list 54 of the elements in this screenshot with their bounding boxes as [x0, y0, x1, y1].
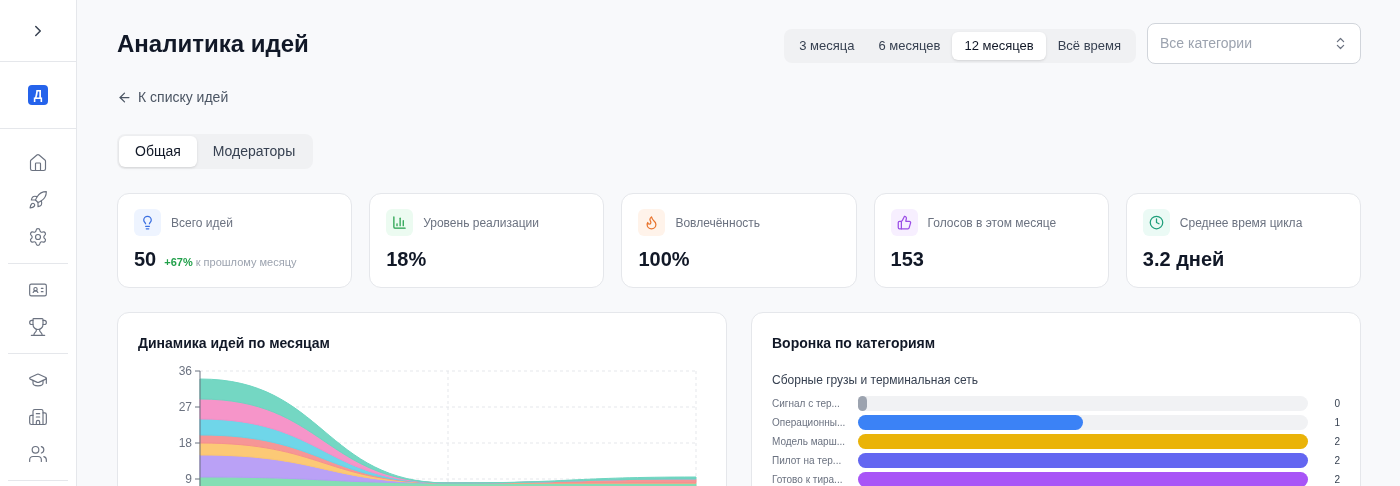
clock-icon	[1148, 215, 1164, 230]
stage-label: Пилот на тер...	[772, 454, 843, 468]
nav-item[interactable]	[28, 444, 48, 464]
stat-label: Среднее время цикла	[1179, 214, 1303, 232]
stage-label: Операционны...	[772, 416, 847, 430]
stat-value: 153	[890, 247, 924, 272]
y-tick-label: 27	[178, 400, 192, 414]
period-tab[interactable]: 3 месяца	[787, 31, 867, 60]
nav-item[interactable]	[28, 317, 48, 337]
tab[interactable]: Модераторы	[196, 136, 312, 167]
chart-title: Динамика идей по месяцам	[138, 334, 331, 353]
back-link[interactable]: К списку идей	[117, 87, 229, 108]
stage-count: 2	[1333, 454, 1340, 468]
stat-value: 50	[134, 247, 157, 272]
nav-item[interactable]	[28, 190, 48, 210]
stat-delta: +67%	[164, 255, 193, 270]
trophy-icon	[28, 317, 48, 337]
avatar[interactable]: Д	[28, 85, 48, 105]
period-tab[interactable]: Всё время	[1045, 31, 1133, 60]
funnel-title: Воронка по категориям	[772, 334, 937, 353]
home-icon	[28, 153, 48, 173]
y-tick-label: 18	[178, 436, 192, 450]
stage-count: 0	[1333, 397, 1340, 411]
users-icon	[28, 444, 48, 464]
category-heading: Сборные грузы и терминальная сеть	[772, 372, 978, 389]
stat-value: 18%	[386, 247, 427, 272]
bar-chart-icon	[392, 215, 408, 230]
settings-icon	[28, 227, 48, 247]
y-tick-label: 9	[185, 472, 192, 486]
y-tick-label: 36	[178, 364, 192, 378]
page-title: Аналитика идей	[117, 29, 309, 59]
stage-count: 2	[1333, 435, 1340, 449]
stat-label: Уровень реализации	[423, 214, 539, 232]
rocket-icon	[28, 190, 48, 210]
stat-label: Голосов в этом месяце	[927, 214, 1057, 232]
stage-label: Готово к тира...	[772, 473, 844, 486]
period-tab[interactable]: 6 месяцев	[866, 31, 953, 60]
lightbulb-icon	[140, 215, 155, 230]
nav-item[interactable]	[28, 153, 48, 173]
stat-label: Всего идей	[171, 214, 233, 232]
tab[interactable]: Общая	[119, 136, 197, 167]
stat-value: 3.2 дней	[1142, 247, 1225, 272]
period-tab[interactable]: 12 месяцев	[952, 31, 1046, 60]
building-icon	[28, 407, 48, 427]
nav-item[interactable]	[28, 227, 48, 247]
stat-delta-note: к прошлому месяцу	[195, 255, 297, 270]
stage-label: Модель марш...	[772, 435, 847, 449]
nav-item[interactable]	[28, 407, 48, 427]
stage-label: Сигнал с тер...	[772, 397, 841, 411]
stage-count: 1	[1333, 416, 1340, 430]
thumbs-up-icon	[896, 215, 912, 230]
stat-value: 100%	[638, 247, 690, 272]
stat-label: Вовлечённость	[675, 214, 761, 232]
stage-count: 2	[1333, 473, 1340, 486]
